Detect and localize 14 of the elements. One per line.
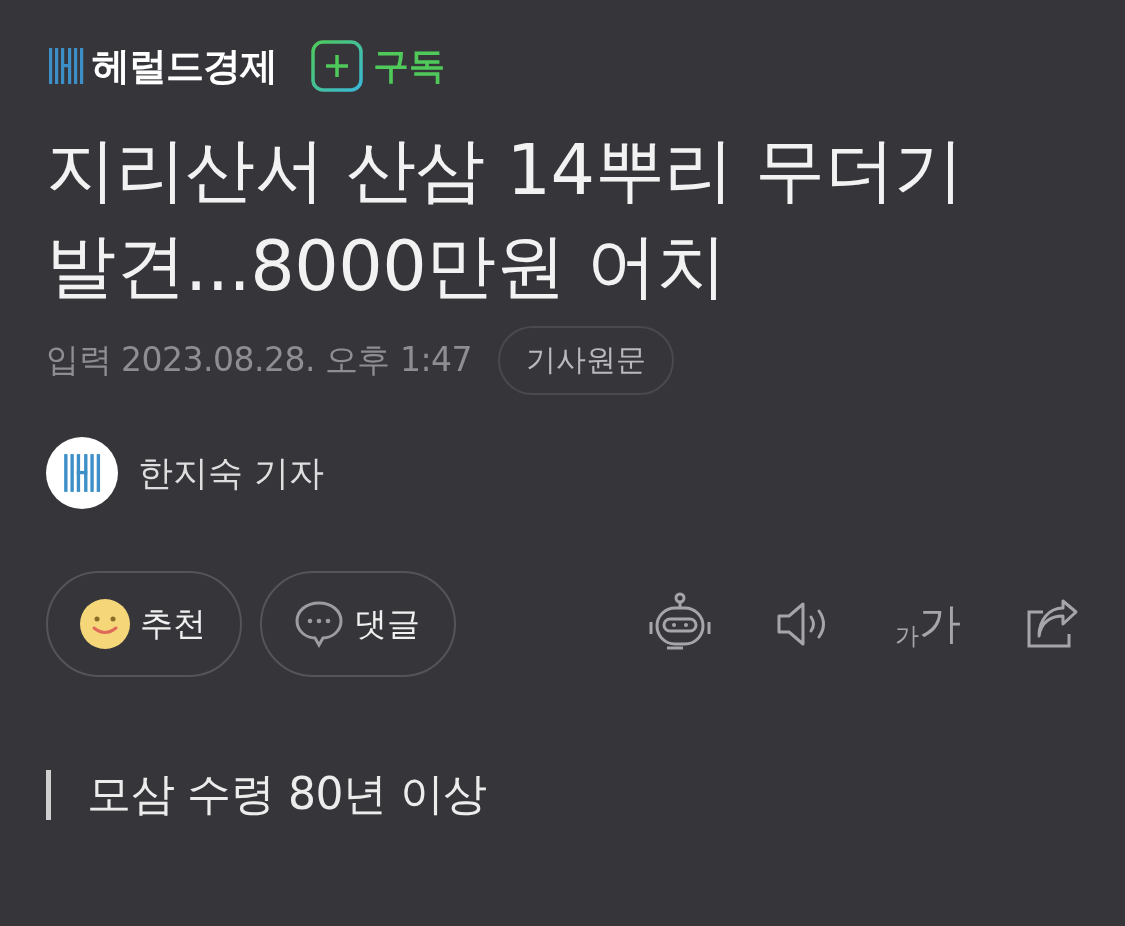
subscribe-button[interactable]: 구독 [311,40,445,92]
subheading: 모삼 수령 80년 이상 [87,767,487,821]
press-logo-icon [61,452,103,494]
press-logo-icon [46,46,86,86]
comment-button[interactable]: 댓글 [260,571,456,677]
plus-icon [311,40,363,92]
timestamp: 입력 2023.08.28. 오후 1:47 [46,339,472,381]
original-article-button[interactable]: 기사원문 [498,326,674,395]
recommend-button[interactable]: 추천 [46,571,242,677]
press-name: 헤럴드경제 [92,42,277,90]
headline: 지리산서 산삼 14뿌리 무더기 발견...8000만원 어치 [46,128,965,309]
smiley-icon [80,599,130,649]
reporter-name[interactable]: 한지숙 기자 [138,449,325,497]
speech-bubble-icon [294,600,344,648]
